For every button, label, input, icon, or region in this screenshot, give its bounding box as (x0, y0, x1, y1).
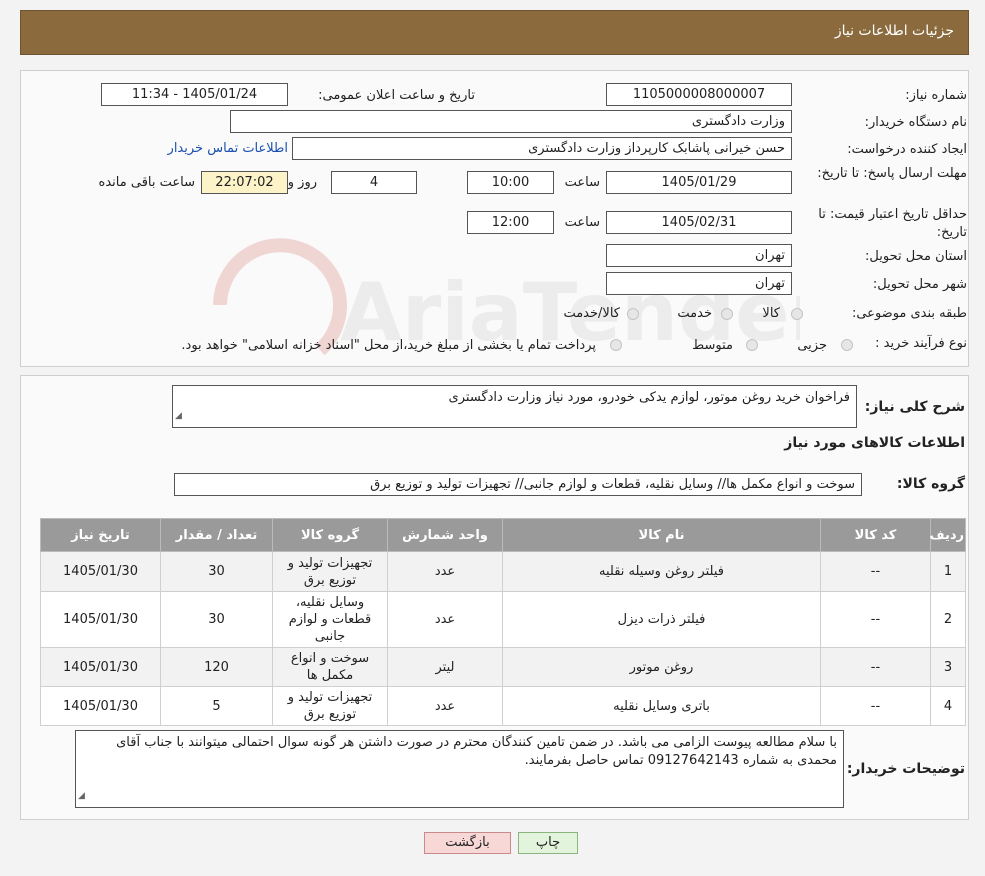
cell-need-date: 1405/01/30 (40, 591, 161, 648)
remaining-time-field: 22:07:02 (201, 171, 288, 194)
cell-code: -- (820, 591, 931, 648)
resize-handle-icon[interactable]: ◢ (78, 787, 85, 805)
page-title: جزئیات اطلاعات نیاز (834, 23, 954, 39)
cell-unit: عدد (387, 686, 503, 726)
process-radio-treasury[interactable] (610, 339, 622, 351)
cell-code: -- (820, 686, 931, 726)
process-option-medium: متوسط (692, 338, 733, 353)
print-button[interactable]: چاپ (518, 832, 578, 854)
col-header-unit: واحد شمارش (387, 518, 503, 552)
process-option-minor: جزیی (797, 338, 827, 353)
cell-need-date: 1405/01/30 (40, 686, 161, 726)
goods-group-label: گروه کالا: (896, 476, 965, 492)
deadline-time-field: 10:00 (467, 171, 554, 194)
items-table: ردیف کد کالا نام کالا واحد شمارش گروه کا… (40, 518, 966, 726)
deadline-date-field: 1405/01/29 (606, 171, 792, 194)
cell-name: فیلتر روغن وسیله نقلیه (502, 551, 821, 592)
deadline-label: مهلت ارسال پاسخ: تا تاریخ: (817, 166, 967, 181)
province-field: تهران (606, 244, 792, 267)
cell-row-num: 1 (930, 551, 966, 592)
table-header-row: ردیف کد کالا نام کالا واحد شمارش گروه کا… (40, 518, 966, 552)
buyer-contact-link[interactable]: اطلاعات تماس خریدار (168, 141, 288, 156)
category-label: طبقه بندی موضوعی: (851, 306, 967, 321)
remaining-label: ساعت باقی مانده (98, 175, 195, 190)
cell-need-date: 1405/01/30 (40, 647, 161, 687)
cell-quantity: 30 (160, 591, 273, 648)
description-textarea[interactable]: فراخوان خرید روغن موتور، لوازم یدکی خودر… (172, 385, 857, 428)
category-radio-goods[interactable] (791, 308, 803, 320)
cell-group: وسایل نقلیه، قطعات و لوازم جانبی (272, 591, 388, 648)
cell-row-num: 4 (930, 686, 966, 726)
cell-unit: عدد (387, 591, 503, 648)
buyer-notes-text: با سلام مطالعه پیوست الزامی می باشد. در … (116, 735, 837, 768)
cell-code: -- (820, 647, 931, 687)
buyer-org-field: وزارت دادگستری (230, 110, 792, 133)
deadline-time-label: ساعت (564, 175, 600, 190)
days-field: 4 (331, 171, 417, 194)
col-header-code: کد کالا (820, 518, 931, 552)
cell-group: تجهیزات تولید و توزیع برق (272, 686, 388, 726)
creator-field: حسن خیرانی پاشابک کارپرداز وزارت دادگستر… (292, 137, 792, 160)
process-radio-medium[interactable] (746, 339, 758, 351)
province-label: استان محل تحویل: (865, 249, 967, 264)
cell-unit: عدد (387, 551, 503, 592)
announce-field: 1405/01/24 - 11:34 (101, 83, 288, 106)
cell-row-num: 2 (930, 591, 966, 648)
validity-date-field: 1405/02/31 (606, 211, 792, 234)
cell-code: -- (820, 551, 931, 592)
table-row: 2 -- فیلتر ذرات دیزل عدد وسایل نقلیه، قط… (40, 591, 966, 648)
category-option-goods-service: کالا/خدمت (563, 306, 620, 321)
page-header: جزئیات اطلاعات نیاز (20, 10, 969, 55)
table-row: 4 -- باتری وسایل نقلیه عدد تجهیزات تولید… (40, 686, 966, 726)
description-text: فراخوان خرید روغن موتور، لوازم یدکی خودر… (448, 390, 850, 405)
validity-time-field: 12:00 (467, 211, 554, 234)
col-header-group: گروه کالا (272, 518, 388, 552)
cell-name: فیلتر ذرات دیزل (502, 591, 821, 648)
back-button[interactable]: بازگشت (424, 832, 511, 854)
resize-handle-icon[interactable]: ◢ (175, 407, 182, 425)
col-header-need-date: تاریخ نیاز (40, 518, 161, 552)
city-label: شهر محل تحویل: (872, 277, 967, 292)
creator-label: ایجاد کننده درخواست: (847, 142, 967, 157)
process-radio-minor[interactable] (841, 339, 853, 351)
col-header-quantity: تعداد / مقدار (160, 518, 273, 552)
need-number-label: شماره نیاز: (905, 88, 967, 103)
cell-quantity: 30 (160, 551, 273, 592)
process-treasury-note: پرداخت تمام یا بخشی از مبلغ خرید،از محل … (181, 338, 596, 353)
cell-group: سوخت و انواع مکمل ها (272, 647, 388, 687)
description-label: شرح کلی نیاز: (864, 399, 965, 415)
city-field: تهران (606, 272, 792, 295)
table-row: 3 -- روغن موتور لیتر سوخت و انواع مکمل ه… (40, 647, 966, 687)
goods-info-title: اطلاعات کالاهای مورد نیاز (784, 435, 965, 451)
category-option-service: خدمت (677, 306, 712, 321)
col-header-name: نام کالا (502, 518, 821, 552)
category-radio-service[interactable] (721, 308, 733, 320)
cell-quantity: 120 (160, 647, 273, 687)
items-table-wrapper: ردیف کد کالا نام کالا واحد شمارش گروه کا… (40, 518, 966, 726)
category-option-goods: کالا (762, 306, 780, 321)
goods-group-field: سوخت و انواع مکمل ها// وسایل نقلیه، قطعا… (174, 473, 862, 496)
col-header-row-num: ردیف (929, 518, 966, 552)
validity-label: حداقل تاریخ اعتبار قیمت: تا تاریخ: (818, 207, 967, 240)
cell-name: روغن موتور (502, 647, 821, 687)
buyer-org-label: نام دستگاه خریدار: (864, 115, 967, 130)
cell-unit: لیتر (387, 647, 503, 687)
buyer-notes-textarea[interactable]: با سلام مطالعه پیوست الزامی می باشد. در … (75, 730, 844, 808)
cell-need-date: 1405/01/30 (40, 551, 161, 592)
cell-row-num: 3 (930, 647, 966, 687)
cell-name: باتری وسایل نقلیه (502, 686, 821, 726)
table-row: 1 -- فیلتر روغن وسیله نقلیه عدد تجهیزات … (40, 551, 966, 592)
category-radio-goods-service[interactable] (627, 308, 639, 320)
cell-quantity: 5 (160, 686, 273, 726)
cell-group: تجهیزات تولید و توزیع برق (272, 551, 388, 592)
buyer-notes-label: توضیحات خریدار: (846, 761, 965, 777)
days-label: روز و (287, 175, 317, 190)
announce-label: تاریخ و ساعت اعلان عمومی: (318, 88, 475, 103)
validity-time-label: ساعت (564, 215, 600, 230)
need-number-field: 1105000008000007 (606, 83, 792, 106)
process-label: نوع فرآیند خرید : (875, 336, 967, 351)
